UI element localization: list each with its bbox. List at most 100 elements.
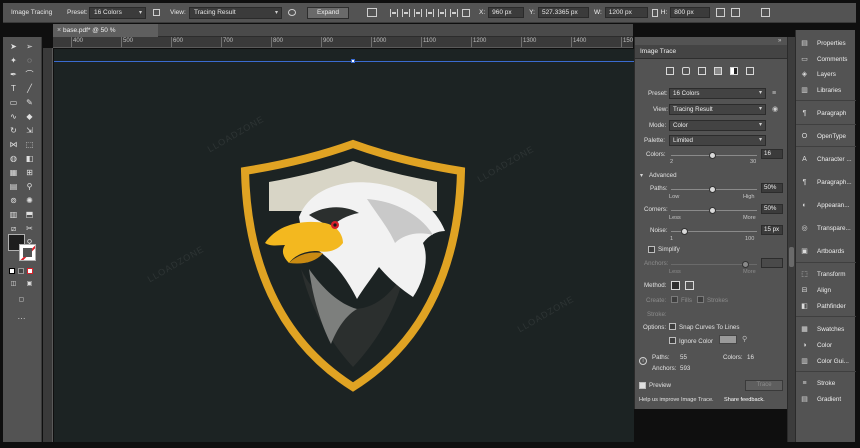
line-tool-icon[interactable]: ╱: [24, 83, 35, 94]
link-icon[interactable]: [651, 8, 658, 17]
align-middle-icon[interactable]: [438, 8, 446, 17]
dock-item-gradient[interactable]: ▤ Gradient: [796, 394, 856, 406]
dock-item-character[interactable]: A Character ...: [796, 154, 856, 166]
curvature-tool-icon[interactable]: ⌒: [24, 69, 35, 80]
dock-item-layers[interactable]: ◈ Layers: [796, 69, 856, 81]
eraser-tool-icon[interactable]: ◆: [24, 111, 35, 122]
preset-dropdown[interactable]: 16 Colors ▾: [89, 6, 146, 19]
rectangle-tool-icon[interactable]: ▭: [8, 97, 19, 108]
low-color-icon[interactable]: [698, 67, 706, 75]
dock-item-properties[interactable]: ▤ Properties: [796, 38, 856, 50]
arrange-icon[interactable]: [761, 8, 771, 17]
direct-selection-tool-icon[interactable]: ➢: [24, 41, 35, 52]
trace-palette-dropdown[interactable]: Limited ▾: [669, 135, 766, 146]
snap-curves-checkbox[interactable]: [669, 323, 676, 330]
dock-item-transparency[interactable]: ◎ Transpare...: [796, 223, 856, 235]
change-screen-mode-icon[interactable]: ▢: [16, 295, 27, 306]
lasso-icon[interactable]: ◌: [24, 55, 35, 66]
screen-mode-icon[interactable]: ▣: [24, 279, 35, 290]
scrollbar-thumb[interactable]: [789, 247, 794, 267]
slice-tool-icon[interactable]: ⧄: [8, 223, 19, 234]
expand-button[interactable]: Expand: [307, 6, 349, 19]
scale-tool-icon[interactable]: ⇲: [24, 125, 35, 136]
advanced-label[interactable]: Advanced: [649, 172, 677, 179]
eyedropper-icon[interactable]: ⚲: [742, 335, 747, 343]
corners-slider[interactable]: [671, 207, 757, 214]
preset-options-icon[interactable]: ≡: [772, 90, 776, 97]
advanced-toggle-icon[interactable]: ▾: [640, 172, 643, 179]
align-top-icon[interactable]: [426, 8, 434, 17]
noise-slider-knob[interactable]: [681, 228, 688, 235]
grayscale-icon[interactable]: [714, 67, 722, 75]
draw-mode-icon[interactable]: ◫: [8, 279, 19, 290]
abutting-method-icon[interactable]: [671, 281, 680, 290]
paintbrush-icon[interactable]: ✎: [24, 97, 35, 108]
scissors-icon[interactable]: ✂: [24, 223, 35, 234]
artboard-tool-icon[interactable]: ⬒: [24, 209, 35, 220]
ignore-color-swatch[interactable]: [719, 335, 737, 344]
dock-item-transform[interactable]: ⬚ Transform: [796, 269, 856, 281]
gradient-mode-icon[interactable]: [18, 268, 24, 274]
paths-field[interactable]: 50%: [761, 183, 783, 193]
dock-item-pathfinder[interactable]: ◧ Pathfinder: [796, 301, 856, 313]
h-field[interactable]: 800 px: [670, 7, 711, 18]
close-tab-icon[interactable]: ×: [57, 24, 61, 37]
trace-button[interactable]: Trace: [745, 380, 783, 391]
pen-tool-icon[interactable]: ✒: [8, 69, 19, 80]
outline-icon[interactable]: [746, 67, 754, 75]
colors-slider-knob[interactable]: [709, 152, 716, 159]
free-transform-icon[interactable]: ⬚: [24, 139, 35, 150]
rotate-tool-icon[interactable]: ↻: [8, 125, 19, 136]
y-field[interactable]: 527.3365 px: [537, 7, 589, 18]
column-graph-icon[interactable]: ▥: [8, 209, 19, 220]
dock-item-paragraph[interactable]: ¶ Paragraph: [796, 108, 856, 120]
dock-item-opentype[interactable]: O OpenType: [796, 131, 856, 143]
perspective-grid-icon[interactable]: ▦: [8, 167, 19, 178]
black-white-icon[interactable]: [730, 67, 738, 75]
stroke-swatch[interactable]: [19, 244, 36, 261]
eye-icon[interactable]: [288, 9, 296, 16]
eyedropper-icon[interactable]: ⚲: [24, 181, 35, 192]
trace-mode-dropdown[interactable]: Color ▾: [669, 120, 766, 131]
mesh-tool-icon[interactable]: ⊞: [24, 167, 35, 178]
transform-icon[interactable]: [716, 8, 726, 17]
collapse-panel-icon[interactable]: »: [778, 38, 781, 44]
corners-slider-knob[interactable]: [709, 207, 716, 214]
noise-field[interactable]: 15 px: [761, 225, 783, 235]
corners-field[interactable]: 50%: [761, 204, 783, 214]
x-field[interactable]: 960 px: [488, 7, 525, 18]
paths-slider-knob[interactable]: [709, 186, 716, 193]
trace-preset-dropdown[interactable]: 16 Colors ▾: [669, 88, 766, 99]
w-field[interactable]: 1200 px: [604, 7, 648, 18]
align-center-icon[interactable]: [402, 8, 410, 17]
type-tool-icon[interactable]: T: [8, 83, 19, 94]
flip-icon[interactable]: [731, 8, 741, 17]
dock-item-libraries[interactable]: ▥ Libraries: [796, 85, 856, 97]
dock-item-comments[interactable]: ▭ Comments: [796, 54, 856, 66]
color-mode-icon[interactable]: [9, 268, 15, 274]
document-tab[interactable]: × base.pdf* @ 50 % (RGB/Preview): [53, 24, 158, 47]
shape-builder-icon[interactable]: ◍: [8, 153, 19, 164]
live-paint-icon[interactable]: ◧: [24, 153, 35, 164]
paths-slider[interactable]: [671, 186, 757, 193]
dock-item-color[interactable]: ◑ Color: [796, 340, 856, 352]
eye-icon[interactable]: ◉: [772, 105, 778, 113]
align-left-icon[interactable]: [390, 8, 398, 17]
more-tools-icon[interactable]: ···: [16, 313, 27, 324]
dock-item-align[interactable]: ⊟ Align: [796, 285, 856, 297]
colors-slider[interactable]: [671, 152, 757, 159]
width-tool-icon[interactable]: ⋈: [8, 139, 19, 150]
shaper-tool-icon[interactable]: ∿: [8, 111, 19, 122]
share-feedback-link[interactable]: Share feedback.: [724, 397, 765, 403]
selection-tool-icon[interactable]: ➤: [8, 41, 19, 52]
align-right-icon[interactable]: [414, 8, 422, 17]
dock-item-swatches[interactable]: ▦ Swatches: [796, 324, 856, 336]
gradient-tool-icon[interactable]: ▤: [8, 181, 19, 192]
dock-item-color-guide[interactable]: ▥ Color Gui...: [796, 356, 856, 368]
dock-item-appearance[interactable]: ◐ Appearan...: [796, 200, 856, 212]
simplify-checkbox[interactable]: [648, 246, 655, 253]
view-dropdown[interactable]: Tracing Result ▾: [189, 6, 282, 19]
symbol-sprayer-icon[interactable]: ✺: [24, 195, 35, 206]
colors-field[interactable]: 16: [761, 149, 783, 159]
high-color-icon[interactable]: [682, 67, 690, 75]
